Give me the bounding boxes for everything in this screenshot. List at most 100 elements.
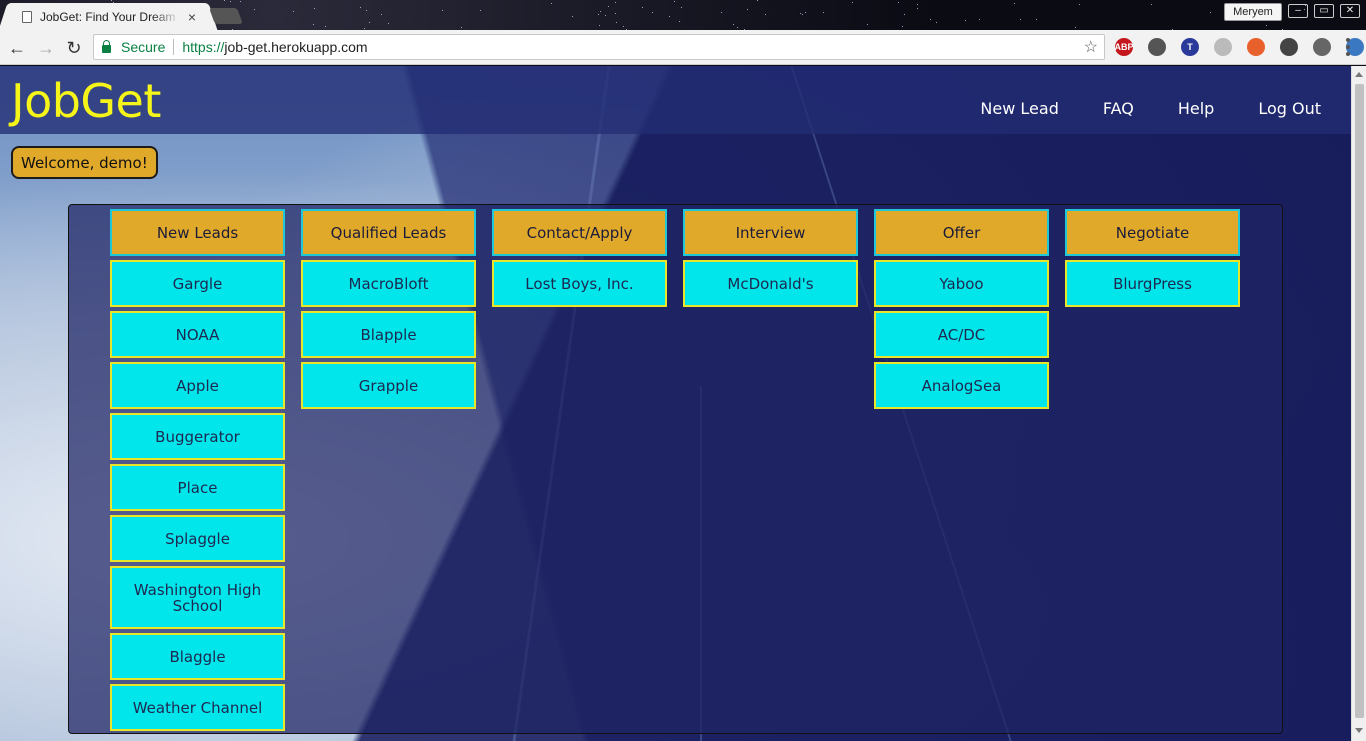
maximize-icon[interactable]: ▭ bbox=[1314, 4, 1334, 18]
welcome-badge: Welcome, demo! bbox=[11, 146, 158, 179]
board-columns: New Leads Gargle NOAA Apple Buggerator Place S… bbox=[110, 209, 1240, 731]
page-scrollbar[interactable] bbox=[1351, 66, 1366, 741]
lead-card[interactable]: AC/DC bbox=[874, 311, 1049, 358]
browser-tab-strip: JobGet: Find Your Dream Job × Meryem – ▭… bbox=[0, 0, 1366, 30]
tab-close-icon[interactable]: × bbox=[188, 9, 196, 25]
background-star bbox=[1151, 4, 1152, 5]
lead-card[interactable]: Gargle bbox=[110, 260, 285, 307]
background-star bbox=[721, 12, 722, 13]
lead-card[interactable]: Grapple bbox=[301, 362, 476, 409]
circle-extension-icon[interactable] bbox=[1214, 38, 1232, 56]
lead-card[interactable]: Weather Channel bbox=[110, 684, 285, 731]
background-star bbox=[364, 28, 365, 29]
nav-faq[interactable]: FAQ bbox=[1103, 99, 1134, 118]
t-extension-icon[interactable]: T bbox=[1181, 38, 1199, 56]
nav-new-lead[interactable]: New Lead bbox=[980, 99, 1058, 118]
background-star bbox=[802, 14, 803, 15]
board-column: Interview McDonald's bbox=[683, 209, 858, 731]
background-star bbox=[616, 22, 617, 23]
background-star bbox=[1079, 4, 1080, 5]
brand-logo[interactable]: JobGet bbox=[11, 74, 161, 128]
secure-label: Secure bbox=[121, 39, 166, 55]
background-star bbox=[733, 24, 734, 25]
column-header: Interview bbox=[683, 209, 858, 256]
lead-card[interactable]: AnalogSea bbox=[874, 362, 1049, 409]
board-column: Qualified Leads MacroBloft Blapple Grapple bbox=[301, 209, 476, 731]
lead-card[interactable]: MacroBloft bbox=[301, 260, 476, 307]
background-star bbox=[623, 26, 624, 27]
top-navbar: JobGet New Lead FAQ Help Log Out bbox=[0, 66, 1351, 134]
scroll-up-icon[interactable] bbox=[1355, 72, 1363, 77]
pen-extension-icon[interactable] bbox=[1148, 38, 1166, 56]
background-star bbox=[293, 11, 294, 12]
lead-card[interactable]: Place bbox=[110, 464, 285, 511]
lead-card[interactable]: Yaboo bbox=[874, 260, 1049, 307]
background-star bbox=[747, 9, 748, 10]
page-icon bbox=[22, 10, 32, 23]
arrow-right-icon[interactable]: → bbox=[35, 37, 57, 59]
background-star bbox=[381, 14, 382, 15]
nav-links: New Lead FAQ Help Log Out bbox=[980, 99, 1321, 118]
background-star bbox=[1014, 3, 1015, 4]
menu-dots-icon[interactable] bbox=[1345, 38, 1351, 56]
nav-help[interactable]: Help bbox=[1178, 99, 1214, 118]
browser-toolbar: ← → ↻ Secure https:// job-get.herokuapp.… bbox=[0, 30, 1366, 65]
lead-card[interactable]: Apple bbox=[110, 362, 285, 409]
background-star bbox=[442, 10, 443, 11]
background-star bbox=[898, 2, 899, 3]
reload-icon[interactable]: ↻ bbox=[63, 37, 85, 59]
close-window-icon[interactable]: ✕ bbox=[1340, 4, 1360, 18]
lead-card[interactable]: Buggerator bbox=[110, 413, 285, 460]
lead-card[interactable]: Blapple bbox=[301, 311, 476, 358]
scroll-thumb[interactable] bbox=[1355, 84, 1364, 718]
gear-extension-icon[interactable] bbox=[1313, 38, 1331, 56]
background-star bbox=[679, 21, 680, 22]
board-column: Offer Yaboo AC/DC AnalogSea bbox=[874, 209, 1049, 731]
profile-button[interactable]: Meryem bbox=[1224, 3, 1282, 21]
background-star bbox=[325, 26, 326, 27]
background-star bbox=[608, 6, 609, 7]
lead-card[interactable]: Washington High School bbox=[110, 566, 285, 629]
browser-tab[interactable]: JobGet: Find Your Dream Job × bbox=[10, 3, 206, 30]
column-header: New Leads bbox=[110, 209, 285, 256]
page-viewport: JobGet New Lead FAQ Help Log Out Welcome… bbox=[0, 66, 1351, 741]
lead-card[interactable]: Lost Boys, Inc. bbox=[492, 260, 667, 307]
background-star bbox=[867, 24, 868, 25]
column-header: Offer bbox=[874, 209, 1049, 256]
lead-card[interactable]: Blaggle bbox=[110, 633, 285, 680]
arrow-left-icon[interactable]: ← bbox=[6, 37, 28, 59]
tab-title: JobGet: Find Your Dream Job bbox=[40, 9, 180, 24]
background-star bbox=[902, 26, 903, 27]
background-star bbox=[240, 1, 241, 2]
background-star bbox=[852, 2, 853, 3]
background-star bbox=[551, 3, 552, 4]
adblock-icon[interactable]: ABP bbox=[1115, 38, 1134, 56]
column-header: Qualified Leads bbox=[301, 209, 476, 256]
background-star bbox=[642, 7, 643, 8]
minimize-icon[interactable]: – bbox=[1288, 4, 1308, 18]
background-star bbox=[224, 0, 225, 1]
lead-card[interactable]: Splaggle bbox=[110, 515, 285, 562]
address-bar[interactable]: Secure https:// job-get.herokuapp.com ☆ bbox=[93, 34, 1105, 60]
column-header: Negotiate bbox=[1065, 209, 1240, 256]
scroll-down-icon[interactable] bbox=[1355, 728, 1363, 733]
lock-icon bbox=[102, 40, 111, 53]
lead-card[interactable]: NOAA bbox=[110, 311, 285, 358]
background-star bbox=[600, 11, 601, 12]
lead-card[interactable]: BlurgPress bbox=[1065, 260, 1240, 307]
background-star bbox=[314, 8, 315, 9]
background-star bbox=[1075, 27, 1076, 28]
nav-log-out[interactable]: Log Out bbox=[1258, 99, 1321, 118]
background-star bbox=[615, 13, 616, 14]
address-divider bbox=[173, 39, 175, 55]
background-star bbox=[765, 14, 766, 15]
star-icon[interactable]: ☆ bbox=[1084, 37, 1098, 57]
background-star bbox=[1020, 19, 1021, 20]
lead-card[interactable]: McDonald's bbox=[683, 260, 858, 307]
new-tab-button[interactable] bbox=[209, 8, 243, 24]
background-star bbox=[652, 12, 653, 13]
orange-extension-icon[interactable] bbox=[1247, 38, 1265, 56]
react-extension-icon[interactable] bbox=[1280, 38, 1298, 56]
background-star bbox=[230, 1, 231, 2]
background-star bbox=[1210, 12, 1211, 13]
